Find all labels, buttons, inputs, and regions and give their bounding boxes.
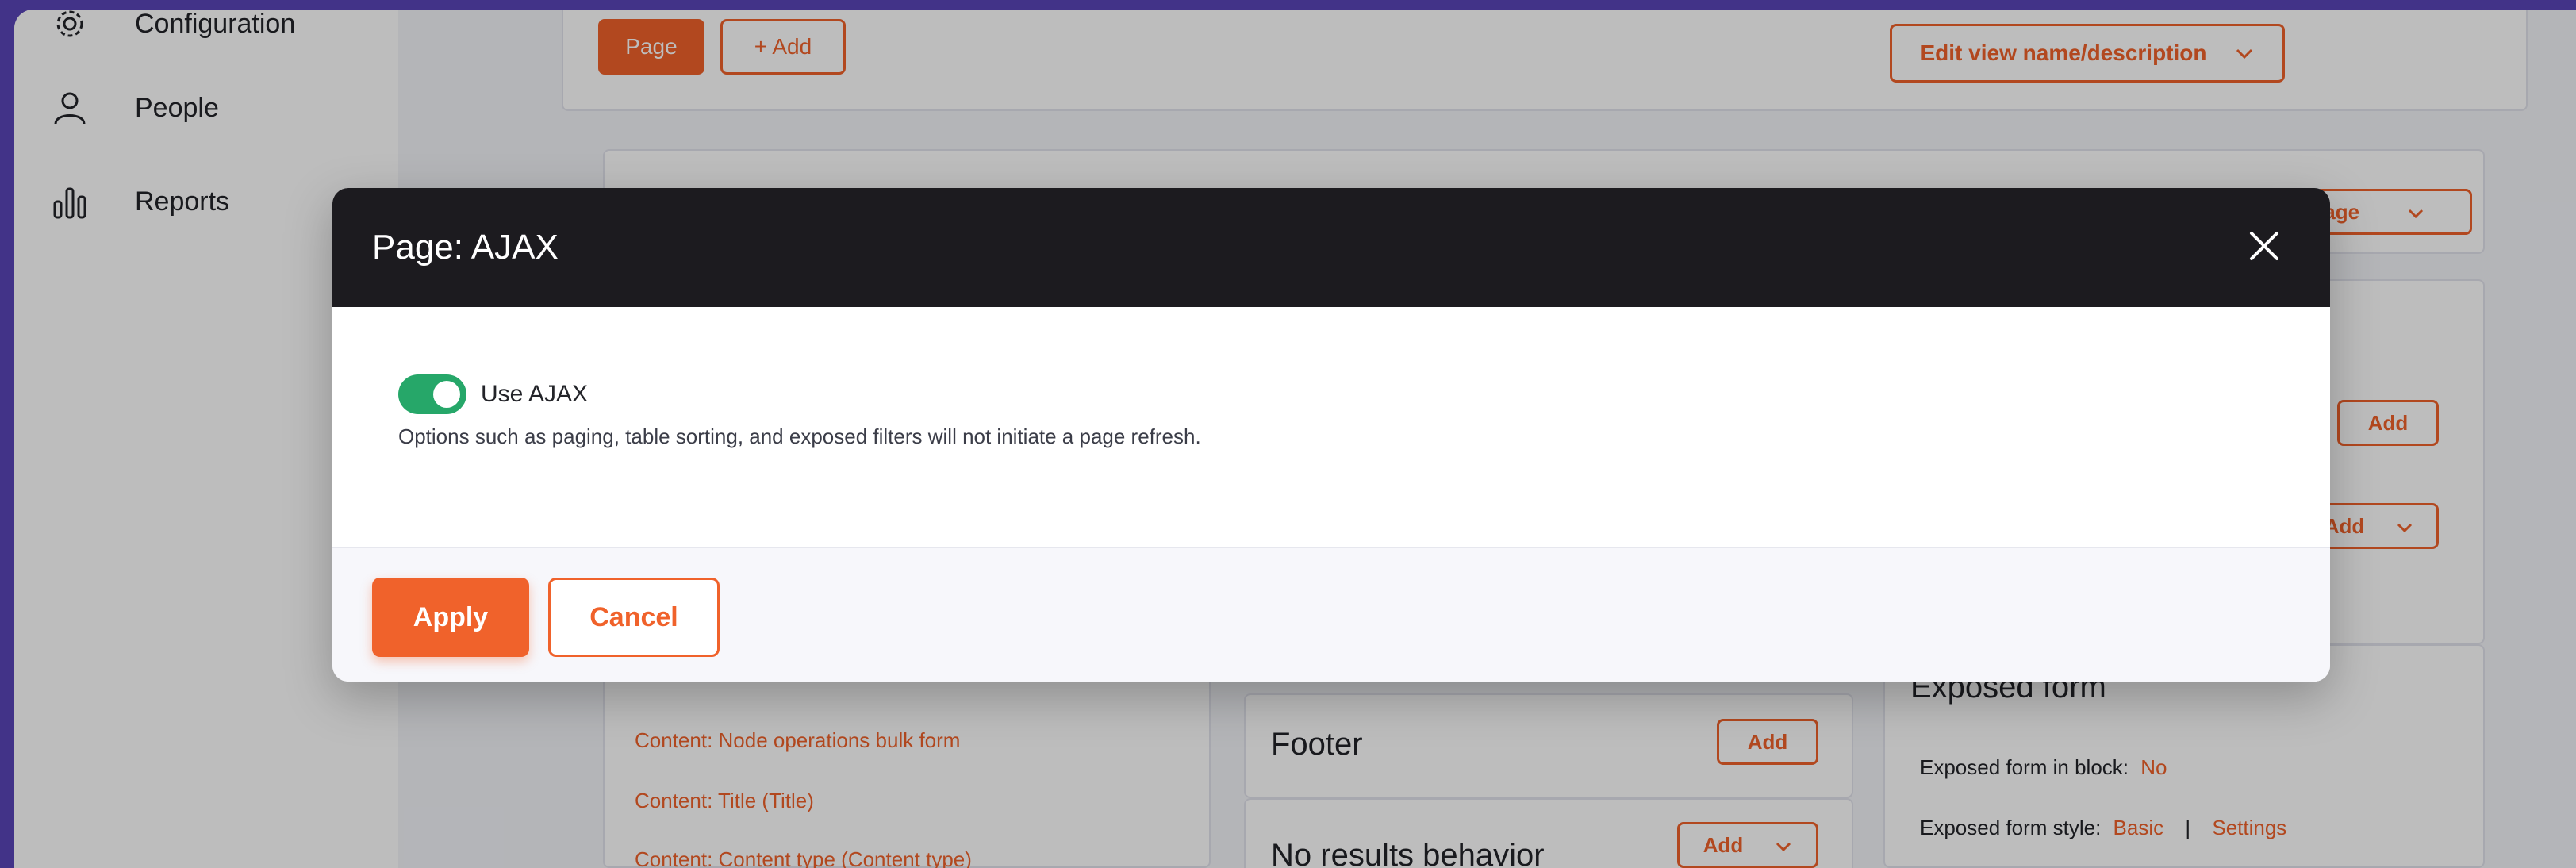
close-icon — [2248, 230, 2280, 266]
cancel-button[interactable]: Cancel — [548, 578, 720, 657]
apply-button[interactable]: Apply — [372, 578, 529, 657]
toggle-knob — [433, 381, 460, 408]
dialog-header: Page: AJAX — [332, 188, 2330, 307]
use-ajax-toggle[interactable] — [398, 374, 466, 414]
ajax-dialog: Page: AJAX Use AJAX Options such as pagi… — [332, 188, 2330, 682]
close-button[interactable] — [2238, 221, 2290, 274]
use-ajax-label[interactable]: Use AJAX — [481, 381, 588, 408]
use-ajax-description: Options such as paging, table sorting, a… — [398, 424, 1201, 448]
dialog-footer: Apply Cancel — [332, 547, 2330, 682]
use-ajax-row: Use AJAX — [398, 374, 588, 414]
dialog-title: Page: AJAX — [372, 228, 559, 267]
